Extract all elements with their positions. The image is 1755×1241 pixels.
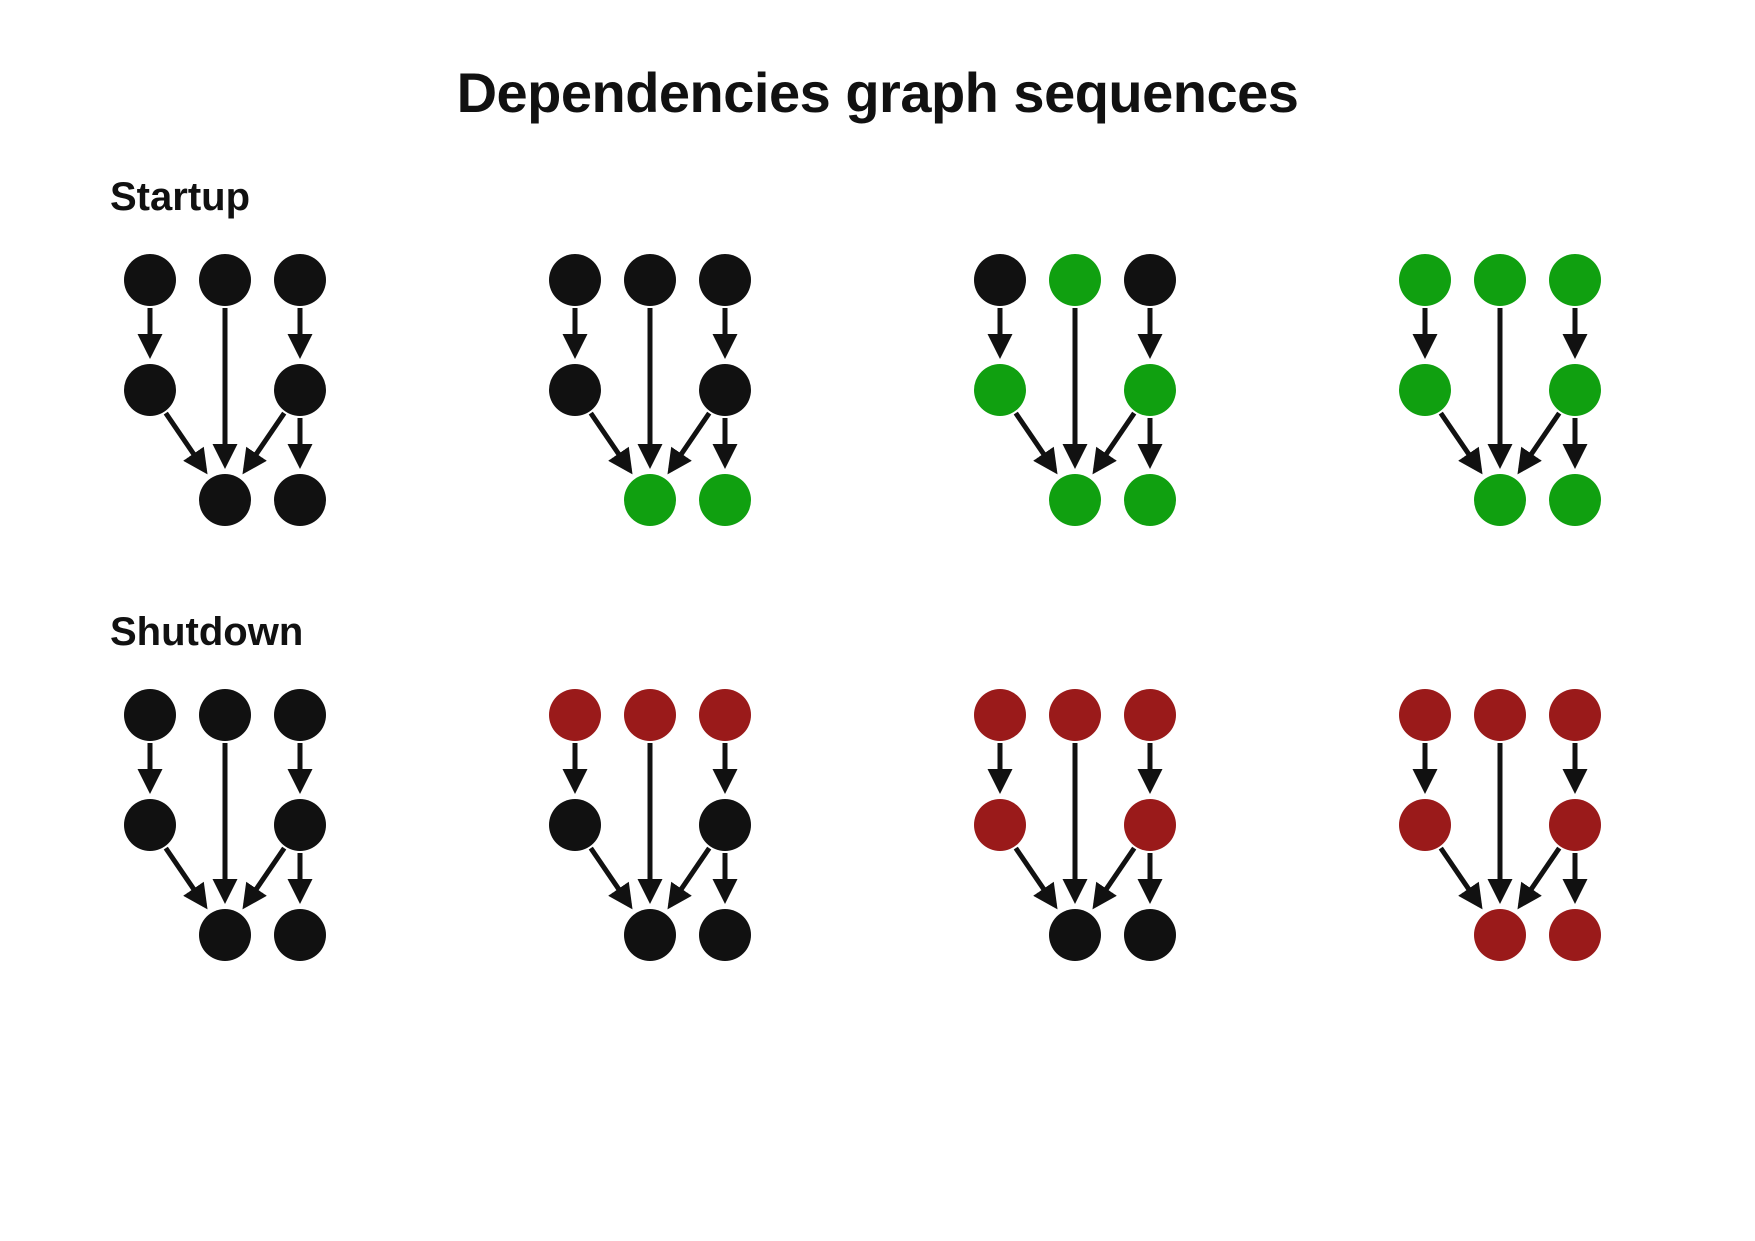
node-c <box>1124 689 1176 741</box>
node-e <box>1549 364 1601 416</box>
node-g <box>1124 474 1176 526</box>
node-f <box>624 474 676 526</box>
node-c <box>1549 254 1601 306</box>
node-a <box>124 689 176 741</box>
edge-d-f <box>591 848 630 905</box>
node-a <box>549 689 601 741</box>
node-f <box>1049 474 1101 526</box>
node-f <box>1474 474 1526 526</box>
node-f <box>199 909 251 961</box>
node-c <box>699 689 751 741</box>
startup-row <box>110 250 1645 550</box>
edge-d-f <box>1016 848 1055 905</box>
section-shutdown-heading: Shutdown <box>110 610 1645 655</box>
node-g <box>274 909 326 961</box>
node-f <box>1049 909 1101 961</box>
node-f <box>624 909 676 961</box>
node-g <box>1549 474 1601 526</box>
page: Dependencies graph sequences Startup Shu… <box>0 0 1755 1241</box>
edge-e-f <box>670 848 709 905</box>
node-b <box>1474 689 1526 741</box>
node-d <box>549 799 601 851</box>
dependency-graph <box>110 250 370 550</box>
node-d <box>549 364 601 416</box>
node-c <box>274 254 326 306</box>
node-a <box>974 689 1026 741</box>
node-b <box>1049 254 1101 306</box>
node-b <box>199 689 251 741</box>
node-c <box>699 254 751 306</box>
node-g <box>1124 909 1176 961</box>
dependency-graph <box>1385 250 1645 550</box>
edge-d-f <box>1016 413 1055 470</box>
node-b <box>624 254 676 306</box>
edge-e-f <box>670 413 709 470</box>
node-a <box>124 254 176 306</box>
shutdown-row <box>110 685 1645 985</box>
node-f <box>1474 909 1526 961</box>
edge-d-f <box>1441 848 1480 905</box>
edge-e-f <box>1095 413 1134 470</box>
node-d <box>974 799 1026 851</box>
node-g <box>274 474 326 526</box>
edge-e-f <box>1520 848 1559 905</box>
dependency-graph <box>1385 685 1645 985</box>
edge-d-f <box>1441 413 1480 470</box>
node-c <box>274 689 326 741</box>
edge-e-f <box>1095 848 1134 905</box>
node-e <box>1124 364 1176 416</box>
node-e <box>699 364 751 416</box>
node-e <box>1549 799 1601 851</box>
page-title: Dependencies graph sequences <box>110 60 1645 125</box>
node-f <box>199 474 251 526</box>
edge-d-f <box>166 848 205 905</box>
node-e <box>699 799 751 851</box>
node-d <box>124 799 176 851</box>
node-g <box>1549 909 1601 961</box>
node-e <box>1124 799 1176 851</box>
node-b <box>1474 254 1526 306</box>
section-startup-heading: Startup <box>110 175 1645 220</box>
node-g <box>699 474 751 526</box>
edge-e-f <box>1520 413 1559 470</box>
edge-e-f <box>245 848 284 905</box>
node-b <box>199 254 251 306</box>
node-d <box>974 364 1026 416</box>
edge-e-f <box>245 413 284 470</box>
node-a <box>549 254 601 306</box>
node-d <box>124 364 176 416</box>
node-b <box>1049 689 1101 741</box>
dependency-graph <box>110 685 370 985</box>
dependency-graph <box>960 685 1220 985</box>
node-g <box>699 909 751 961</box>
dependency-graph <box>960 250 1220 550</box>
node-a <box>1399 254 1451 306</box>
node-d <box>1399 364 1451 416</box>
node-b <box>624 689 676 741</box>
node-e <box>274 799 326 851</box>
dependency-graph <box>535 250 795 550</box>
node-c <box>1549 689 1601 741</box>
dependency-graph <box>535 685 795 985</box>
node-c <box>1124 254 1176 306</box>
edge-d-f <box>591 413 630 470</box>
node-d <box>1399 799 1451 851</box>
edge-d-f <box>166 413 205 470</box>
node-e <box>274 364 326 416</box>
node-a <box>1399 689 1451 741</box>
node-a <box>974 254 1026 306</box>
